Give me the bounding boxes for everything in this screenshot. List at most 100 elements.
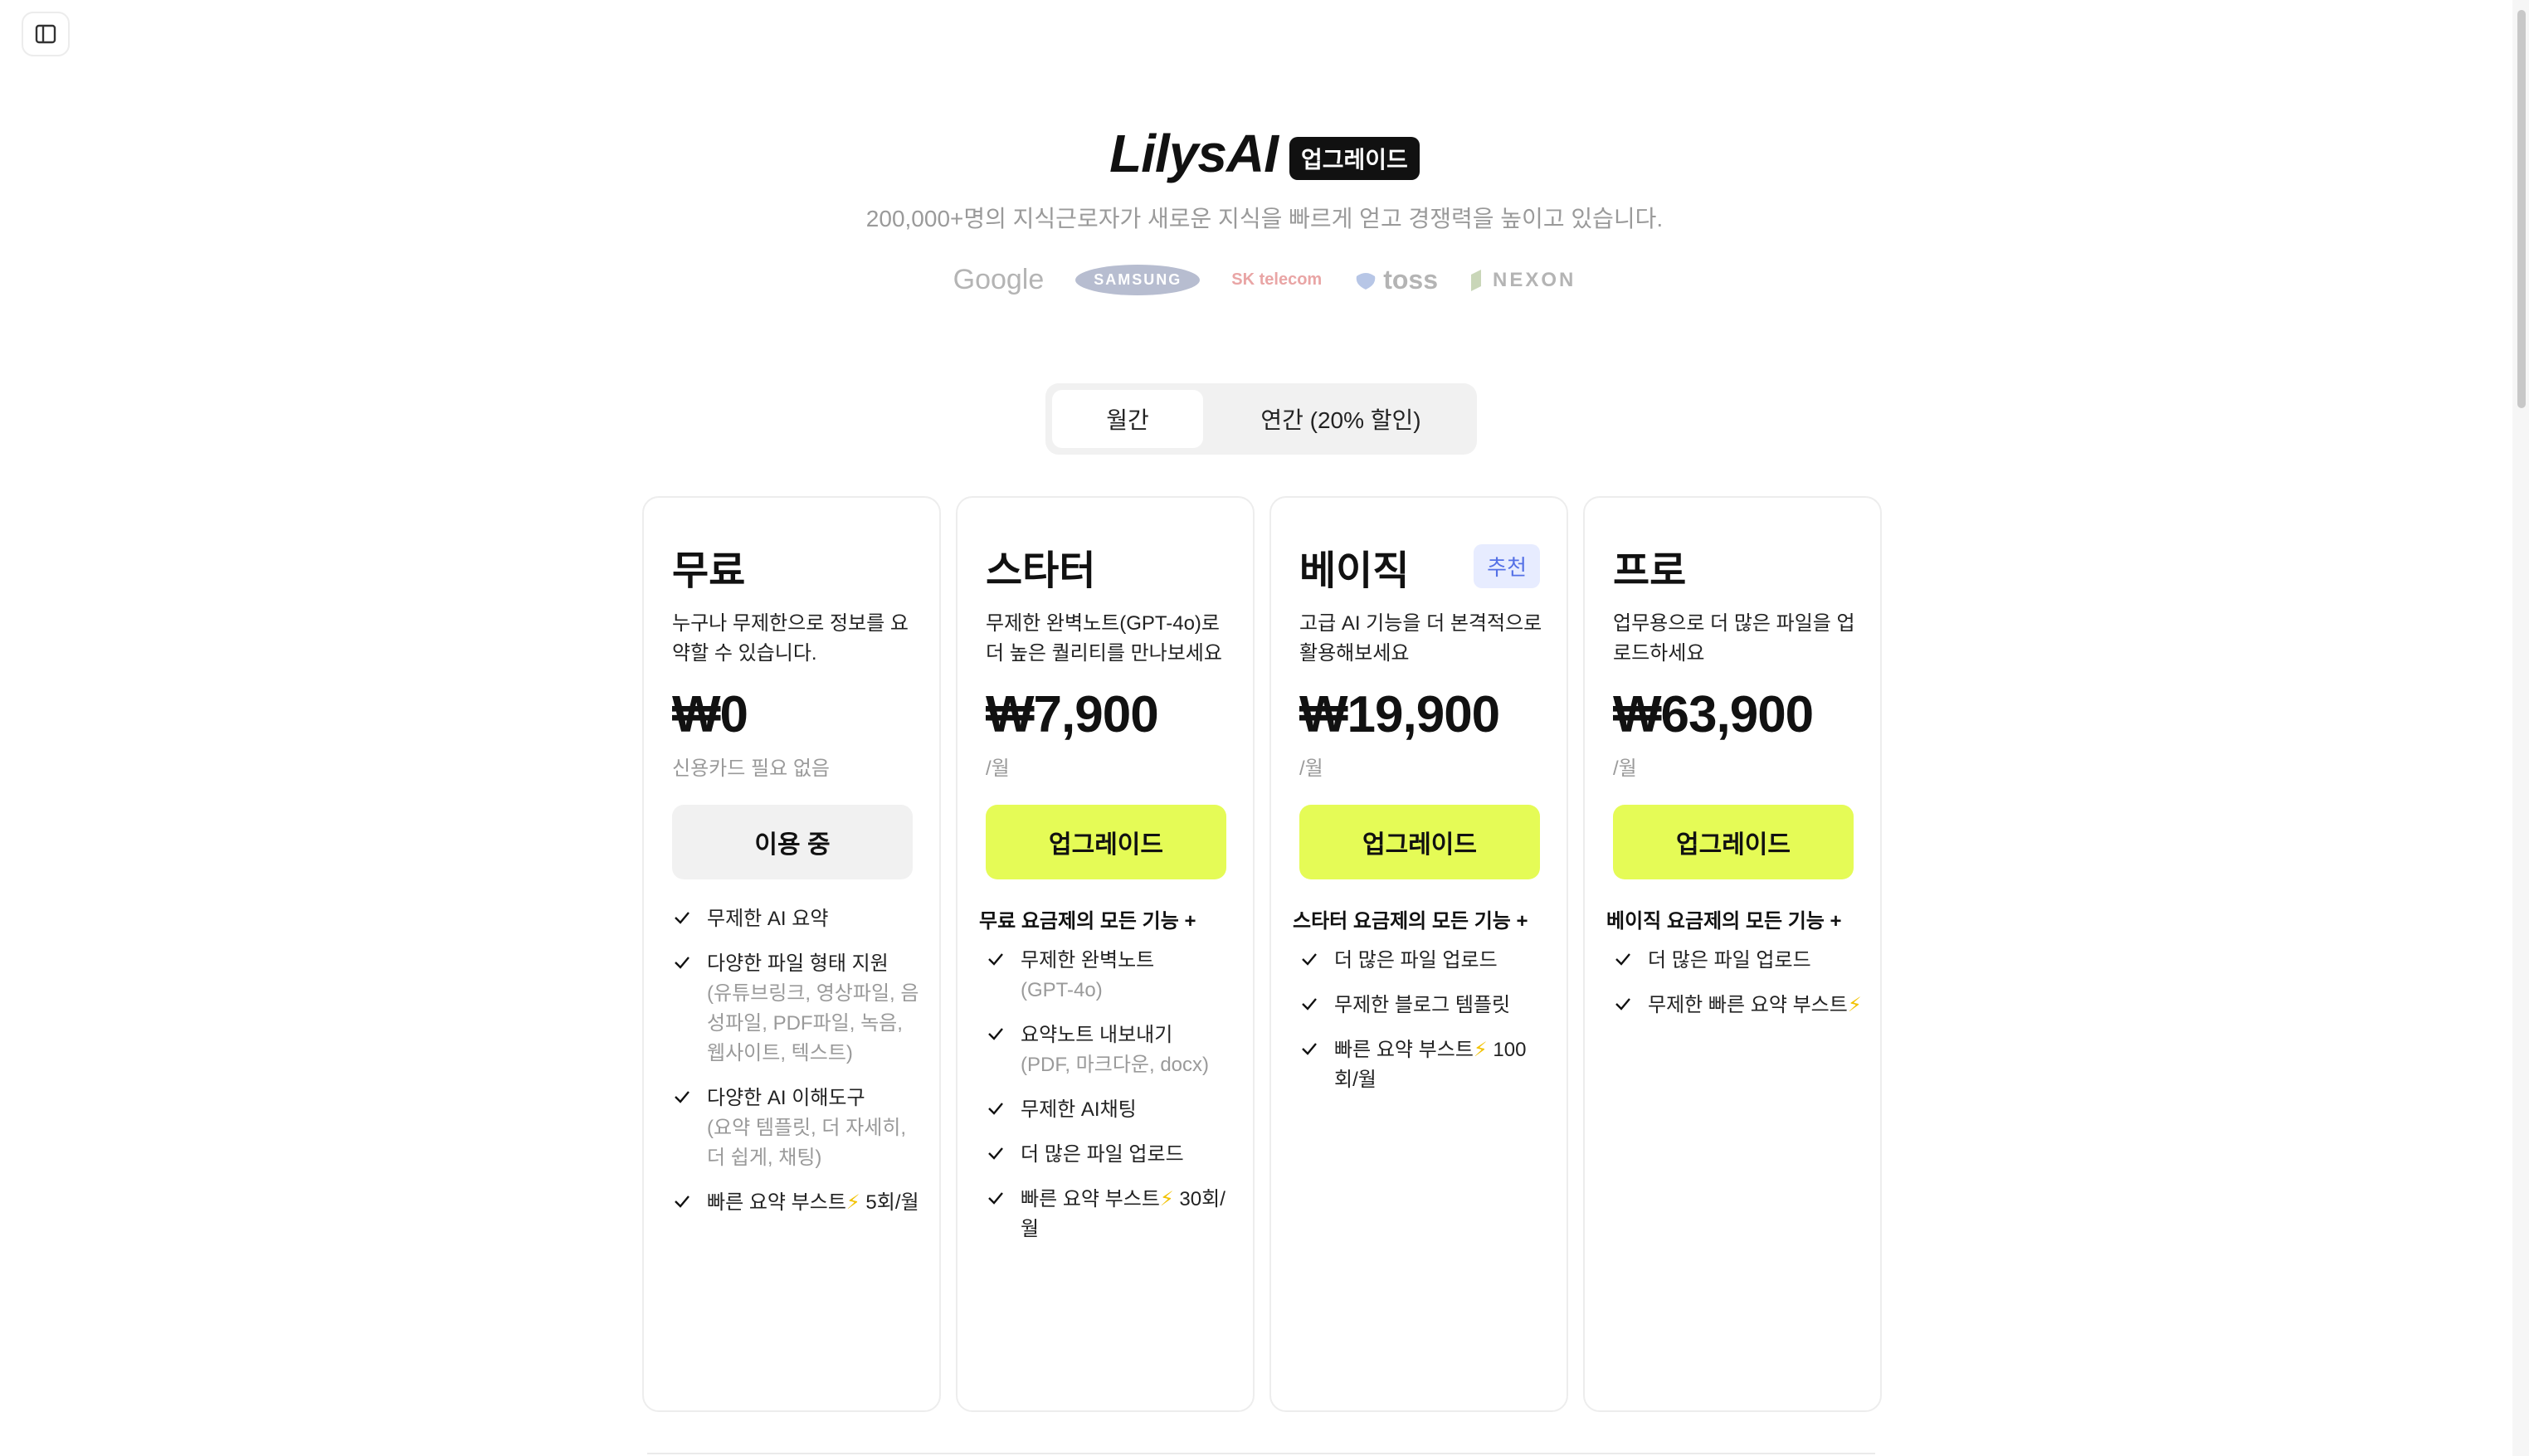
billing-period-toggle: 월간 연간 (20% 할인) — [1045, 383, 1477, 455]
plan-name: 스타터 — [986, 549, 1096, 593]
feature-item: 요약노트 내보내기 (PDF, 마크다운, docx) — [986, 1020, 1235, 1080]
check-icon — [675, 1195, 690, 1208]
feature-text: 빠른 요약 부스트⚡ 5회/월 — [707, 1191, 919, 1214]
check-icon — [675, 1091, 690, 1103]
plan-price-note: /월 — [1299, 757, 1323, 780]
feature-item: 더 많은 파일 업로드 — [1613, 946, 1862, 976]
check-icon — [988, 953, 1003, 966]
plan-card-basic: 베이직 추천 고급 AI 기능을 더 본격적으로 활용해보세요 ₩19,900 … — [1269, 496, 1568, 1412]
feature-text: 빠른 요약 부스트⚡ 30회/월 — [1021, 1188, 1226, 1240]
feature-item: 무제한 빠른 요약 부스트⚡ — [1613, 991, 1862, 1020]
tab-monthly[interactable]: 월간 — [1052, 390, 1203, 448]
feature-item: 빠른 요약 부스트⚡ 100회/월 — [1299, 1035, 1548, 1095]
section-divider — [647, 1453, 1875, 1454]
feature-subtext: (유튜브링크, 영상파일, 음성파일, PDF파일, 녹음, 웹사이트, 텍스트… — [707, 982, 919, 1064]
includes-label: 베이직 요금제의 모든 기능 + — [1606, 910, 1842, 933]
check-icon — [988, 1192, 1003, 1205]
feature-text: 요약노트 내보내기 — [1021, 1024, 1173, 1046]
samsung-logo: SAMSUNG — [1075, 265, 1201, 295]
plan-description: 고급 AI 기능을 더 본격적으로 활용해보세요 — [1299, 612, 1542, 665]
check-icon — [988, 1028, 1003, 1040]
plan-price: ₩63,900 — [1613, 686, 1814, 743]
brand-header: LilysAI 업그레이드 — [0, 123, 2529, 184]
plan-card-free: 무료 누구나 무제한으로 정보를 요약할 수 있습니다. ₩0 신용카드 필요 … — [642, 496, 941, 1412]
feature-list: 더 많은 파일 업로드 무제한 블로그 템플릿 빠른 요약 부스트⚡ 100회/… — [1299, 946, 1548, 1110]
feature-item: 무제한 완벽노트 (GPT-4o) — [986, 946, 1235, 1006]
nexon-icon — [1471, 269, 1482, 291]
feature-item: 다양한 AI 이해도구 (요약 템플릿, 더 자세히, 더 쉽게, 채팅) — [672, 1083, 921, 1173]
plan-price: ₩0 — [672, 686, 748, 743]
sk-telecom-logo: SK telecom — [1231, 270, 1323, 289]
plan-price: ₩19,900 — [1299, 686, 1500, 743]
lightning-icon: ⚡ — [845, 1191, 860, 1214]
includes-label: 무료 요금제의 모든 기능 + — [979, 910, 1196, 933]
check-icon — [675, 912, 690, 924]
feature-text: 무제한 AI 요약 — [707, 908, 829, 930]
check-icon — [1302, 1043, 1317, 1055]
feature-text: 무제한 빠른 요약 부스트⚡ — [1648, 994, 1862, 1016]
plan-description: 무제한 완벽노트(GPT-4o)로 더 높은 퀄리티를 만나보세요 — [986, 612, 1222, 665]
feature-item: 무제한 AI채팅 — [986, 1095, 1235, 1125]
upgrade-button-basic[interactable]: 업그레이드 — [1299, 805, 1540, 879]
feature-text: 다양한 파일 형태 지원 — [707, 952, 889, 975]
feature-text: 더 많은 파일 업로드 — [1021, 1143, 1184, 1166]
lightning-icon: ⚡ — [1473, 1039, 1488, 1061]
nexon-logo: NEXON — [1469, 268, 1576, 293]
plan-cards: 무료 누구나 무제한으로 정보를 요약할 수 있습니다. ₩0 신용카드 필요 … — [642, 496, 1882, 1412]
toss-icon — [1356, 272, 1376, 290]
check-icon — [675, 957, 690, 969]
feature-subtext: (요약 템플릿, 더 자세히, 더 쉽게, 채팅) — [707, 1117, 907, 1169]
feature-item: 무제한 블로그 템플릿 — [1299, 991, 1548, 1020]
recommended-badge: 추천 — [1474, 544, 1540, 588]
feature-text: 빠른 요약 부스트⚡ 100회/월 — [1334, 1039, 1527, 1091]
check-icon — [1615, 953, 1630, 966]
current-plan-button[interactable]: 이용 중 — [672, 805, 913, 879]
nexon-logo-text: NEXON — [1493, 268, 1576, 291]
sidebar-toggle-button[interactable] — [22, 12, 70, 56]
plan-name: 베이직 — [1299, 549, 1410, 593]
feature-text: 더 많은 파일 업로드 — [1648, 949, 1811, 971]
page-subtitle: 200,000+명의 지식근로자가 새로운 지식을 빠르게 얻고 경쟁력을 높이… — [865, 206, 1664, 231]
plan-card-pro: 프로 업무용으로 더 많은 파일을 업로드하세요 ₩63,900 /월 업그레이… — [1583, 496, 1882, 1412]
feature-list: 무제한 완벽노트 (GPT-4o) 요약노트 내보내기 (PDF, 마크다운, do… — [986, 946, 1235, 1259]
upgrade-button-pro[interactable]: 업그레이드 — [1613, 805, 1854, 879]
check-icon — [1615, 998, 1630, 1010]
google-logo: Google — [953, 264, 1045, 295]
feature-item: 다양한 파일 형태 지원 (유튜브링크, 영상파일, 음성파일, PDF파일, 녹… — [672, 949, 921, 1069]
feature-item: 빠른 요약 부스트⚡ 30회/월 — [986, 1185, 1235, 1244]
plan-name: 프로 — [1613, 549, 1687, 593]
feature-text: 무제한 완벽노트 — [1021, 949, 1155, 971]
feature-item: 무제한 AI 요약 — [672, 904, 921, 934]
plan-description: 업무용으로 더 많은 파일을 업로드하세요 — [1613, 612, 1855, 665]
plan-price-note: /월 — [1613, 757, 1637, 780]
upgrade-badge: 업그레이드 — [1289, 137, 1420, 180]
check-icon — [988, 1103, 1003, 1115]
sidebar-toggle-icon — [35, 24, 56, 44]
toss-logo: toss — [1353, 265, 1438, 295]
tab-yearly[interactable]: 연간 (20% 할인) — [1211, 390, 1470, 448]
includes-label: 스타터 요금제의 모든 기능 + — [1293, 910, 1528, 933]
check-icon — [1302, 998, 1317, 1010]
feature-list: 더 많은 파일 업로드 무제한 빠른 요약 부스트⚡ — [1613, 946, 1862, 1035]
feature-subtext: (GPT-4o) — [1021, 979, 1103, 1001]
feature-subtext: (PDF, 마크다운, docx) — [1021, 1054, 1210, 1076]
plan-price-note: 신용카드 필요 없음 — [672, 757, 830, 780]
check-icon — [1302, 953, 1317, 966]
toss-logo-text: toss — [1383, 265, 1439, 295]
plan-price: ₩7,900 — [986, 686, 1159, 743]
customer-logos: Google SAMSUNG SK telecom toss NEXON — [0, 264, 2529, 296]
feature-text: 무제한 AI채팅 — [1021, 1098, 1137, 1121]
feature-text: 다양한 AI 이해도구 — [707, 1087, 865, 1109]
lightning-icon: ⚡ — [1159, 1188, 1174, 1210]
plan-name: 무료 — [672, 549, 746, 593]
feature-text: 더 많은 파일 업로드 — [1334, 949, 1498, 971]
plan-card-starter: 스타터 무제한 완벽노트(GPT-4o)로 더 높은 퀄리티를 만나보세요 ₩7… — [956, 496, 1255, 1412]
feature-text: 무제한 블로그 템플릿 — [1334, 994, 1511, 1016]
feature-item: 더 많은 파일 업로드 — [1299, 946, 1548, 976]
check-icon — [988, 1147, 1003, 1160]
lightning-icon: ⚡ — [1847, 994, 1862, 1016]
upgrade-button-starter[interactable]: 업그레이드 — [986, 805, 1226, 879]
feature-item: 빠른 요약 부스트⚡ 5회/월 — [672, 1188, 921, 1218]
plan-price-note: /월 — [986, 757, 1010, 780]
plan-description: 누구나 무제한으로 정보를 요약할 수 있습니다. — [672, 612, 909, 665]
